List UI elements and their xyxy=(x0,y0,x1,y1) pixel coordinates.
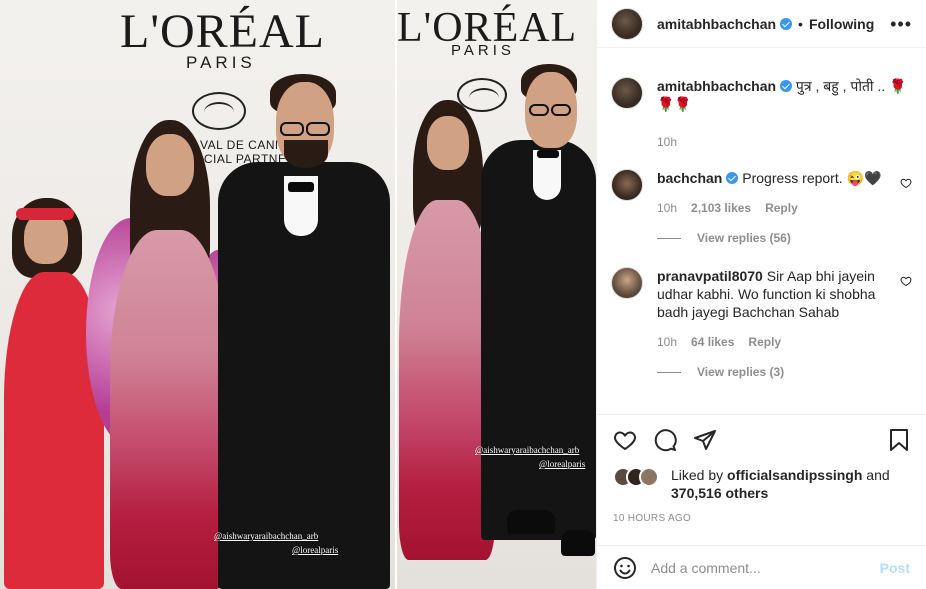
comment-icon[interactable] xyxy=(653,428,677,452)
owner-username[interactable]: amitabhbachchan xyxy=(657,16,776,32)
heart-icon[interactable] xyxy=(613,428,637,452)
comment-like-heart-icon[interactable] xyxy=(900,177,912,189)
view-replies[interactable]: View replies (56) xyxy=(657,231,912,245)
comment-likes[interactable]: 2,103 likes xyxy=(691,201,751,215)
caption-username[interactable]: amitabhbachchan xyxy=(657,78,776,94)
comment-time[interactable]: 10h xyxy=(657,335,677,349)
caption-meta: 10h xyxy=(657,135,912,149)
comment-composer: Post xyxy=(597,545,926,589)
commenter-username[interactable]: bachchan xyxy=(657,170,722,186)
commenter-username[interactable]: pranavpatil8070 xyxy=(657,268,763,284)
comment-meta: 10h 64 likes Reply xyxy=(657,335,886,349)
photo-right: L'ORÉAL PARIS @aishwaryaraibachchan_arb … xyxy=(397,0,596,589)
caption-avatar[interactable] xyxy=(611,77,643,109)
likes-prefix: Liked by xyxy=(671,467,724,483)
post-header: amitabhbachchan • Following ••• xyxy=(597,0,926,48)
verified-badge-icon xyxy=(726,172,739,184)
reply-button[interactable]: Reply xyxy=(748,335,781,349)
user-tag-loreal[interactable]: @lorealparis xyxy=(539,459,585,469)
likes-and: and xyxy=(866,467,890,483)
likes-summary: Liked by officialsandipssingh and 370,51… xyxy=(613,466,910,502)
user-tag-loreal[interactable]: @lorealparis xyxy=(292,545,338,555)
likes-others[interactable]: 370,516 others xyxy=(671,485,768,501)
comment-item: pranavpatil8070 Sir Aap bhi jayein udhar… xyxy=(611,267,912,349)
emoji-icon[interactable] xyxy=(613,556,637,580)
view-replies-label[interactable]: View replies (3) xyxy=(697,365,784,379)
comment-item: bachchan Progress report. 😜🖤 10h 2,103 l… xyxy=(611,169,912,215)
comment-text-block: pranavpatil8070 Sir Aap bhi jayein udhar… xyxy=(657,267,886,321)
owner-avatar[interactable] xyxy=(611,7,643,40)
comments-list[interactable]: amitabhbachchan पुत्र , बहु , पोती .. 🌹🌹… xyxy=(597,49,926,414)
comment-likes[interactable]: 64 likes xyxy=(691,335,734,349)
photo-left: L'ORÉAL PARIS VAL DE CANNES ICIAL PARTNE… xyxy=(0,0,395,589)
verified-badge-icon xyxy=(780,17,793,30)
brand-sub: PARIS xyxy=(451,42,515,59)
brand-logo: L'ORÉAL xyxy=(120,5,325,58)
owner-info: amitabhbachchan • Following xyxy=(657,16,874,32)
caption-time[interactable]: 10h xyxy=(657,135,677,149)
caption-text-block: amitabhbachchan पुत्र , बहु , पोती .. 🌹🌹… xyxy=(657,77,912,113)
likes-text: Liked by officialsandipssingh and 370,51… xyxy=(671,466,890,502)
share-icon[interactable] xyxy=(693,428,717,452)
comment-text: Progress report. 😜🖤 xyxy=(742,170,882,186)
more-options-icon[interactable]: ••• xyxy=(890,15,912,33)
user-tag-aishwarya[interactable]: @aishwaryaraibachchan_arb xyxy=(214,531,318,541)
comment-text-block: bachchan Progress report. 😜🖤 xyxy=(657,169,886,187)
liker-avatar xyxy=(639,467,659,487)
liker-username[interactable]: officialsandipssingh xyxy=(727,467,862,483)
caption: amitabhbachchan पुत्र , बहु , पोती .. 🌹🌹… xyxy=(611,77,912,149)
bookmark-icon[interactable] xyxy=(888,428,910,452)
comment-input[interactable] xyxy=(651,559,866,576)
brand-sub: PARIS xyxy=(186,53,256,72)
reply-button[interactable]: Reply xyxy=(765,201,798,215)
view-replies[interactable]: View replies (3) xyxy=(657,365,912,379)
post-panel: amitabhbachchan • Following ••• amitabhb… xyxy=(596,0,926,589)
replies-line xyxy=(657,371,681,373)
separator-dot: • xyxy=(798,15,803,32)
post-comment-button[interactable]: Post xyxy=(880,560,910,576)
comment-like-heart-icon[interactable] xyxy=(900,275,912,287)
following-button[interactable]: Following xyxy=(809,16,874,32)
action-bar xyxy=(597,414,926,464)
replies-line xyxy=(657,237,681,239)
user-tag-aishwarya[interactable]: @aishwaryaraibachchan_arb xyxy=(475,445,579,455)
verified-badge-icon xyxy=(780,80,793,92)
comment-meta: 10h 2,103 likes Reply xyxy=(657,201,886,215)
comment-time[interactable]: 10h xyxy=(657,201,677,215)
post-timestamp[interactable]: 10 HOURS AGO xyxy=(613,513,691,524)
liker-avatars[interactable] xyxy=(613,466,661,488)
view-replies-label[interactable]: View replies (56) xyxy=(697,231,791,245)
post-media[interactable]: L'ORÉAL PARIS VAL DE CANNES ICIAL PARTNE… xyxy=(0,0,596,589)
commenter-avatar[interactable] xyxy=(611,169,643,201)
commenter-avatar[interactable] xyxy=(611,267,643,299)
palm-logo xyxy=(192,92,246,130)
